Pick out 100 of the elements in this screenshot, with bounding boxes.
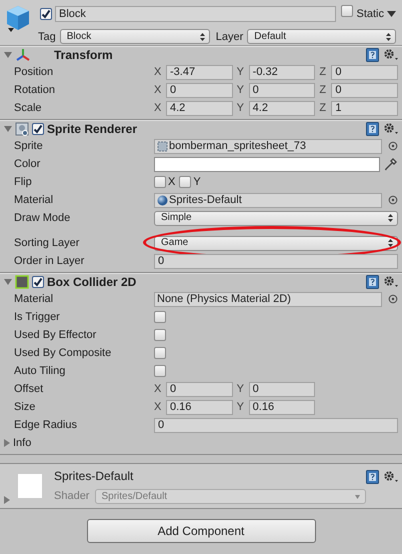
number-field[interactable]: 0.16 bbox=[166, 400, 233, 414]
property-label: Draw Mode bbox=[14, 210, 72, 226]
object-picker-icon[interactable] bbox=[388, 141, 398, 151]
object-field[interactable]: None (Physics Material 2D) bbox=[154, 292, 382, 306]
property-label: Position bbox=[14, 64, 54, 80]
help-book-icon[interactable] bbox=[366, 275, 379, 289]
number-field[interactable]: 0 bbox=[166, 382, 233, 396]
checkbox[interactable] bbox=[40, 8, 52, 20]
number-field[interactable]: 0 bbox=[331, 82, 398, 98]
name-field[interactable]: Block bbox=[55, 6, 336, 22]
property-label: Size bbox=[14, 400, 36, 415]
property-label: Sorting Layer bbox=[14, 236, 80, 251]
gear-icon[interactable] bbox=[383, 122, 399, 136]
object-field[interactable]: bomberman_spritesheet_73 bbox=[154, 138, 382, 154]
property-label: Scale bbox=[14, 100, 43, 116]
eyedropper-icon[interactable] bbox=[384, 157, 398, 171]
checkbox[interactable] bbox=[154, 329, 166, 341]
tag-label: Tag bbox=[38, 30, 56, 44]
checkbox[interactable] bbox=[32, 276, 44, 288]
component-title: Box Collider 2D bbox=[47, 274, 136, 291]
object-picker-icon[interactable] bbox=[388, 195, 398, 205]
property-label: Auto Tiling bbox=[14, 364, 66, 379]
tag-dropdown[interactable]: Block bbox=[60, 29, 210, 44]
checkbox[interactable] bbox=[179, 176, 192, 188]
dropdown-arrow-icon[interactable] bbox=[387, 10, 396, 17]
gear-icon[interactable] bbox=[383, 275, 399, 289]
color-swatch[interactable] bbox=[154, 156, 380, 172]
number-field[interactable]: 1 bbox=[331, 100, 398, 116]
layer-label: Layer bbox=[216, 30, 244, 44]
number-field[interactable]: -3.47 bbox=[166, 64, 233, 80]
property-label: Is Trigger bbox=[14, 310, 61, 325]
checkbox[interactable] bbox=[154, 176, 166, 188]
number-field[interactable]: 0.16 bbox=[248, 400, 316, 414]
axis-label: Y bbox=[236, 64, 245, 80]
number-field[interactable]: 0 bbox=[154, 418, 398, 432]
axis-label: Y bbox=[236, 382, 245, 397]
object-picker-icon[interactable] bbox=[388, 294, 398, 304]
collapse-arrow-icon[interactable] bbox=[4, 125, 12, 133]
shader-label: Shader bbox=[54, 489, 90, 504]
axis-label: Y bbox=[236, 100, 245, 116]
property-label: Material bbox=[14, 192, 54, 208]
axis-label: X bbox=[154, 382, 162, 397]
component-title: Sprite Renderer bbox=[47, 121, 138, 138]
layer-dropdown[interactable]: Default bbox=[247, 29, 396, 44]
sprite-renderer-icon bbox=[15, 122, 29, 136]
axis-label: Z bbox=[319, 82, 328, 98]
number-field[interactable]: 4.2 bbox=[166, 100, 233, 116]
property-label: Offset bbox=[14, 382, 44, 397]
checkbox[interactable] bbox=[154, 365, 166, 377]
foldout-label[interactable]: Info bbox=[13, 434, 32, 452]
checkbox[interactable] bbox=[341, 5, 354, 17]
property-label: Sprite bbox=[14, 138, 44, 154]
gear-icon[interactable] bbox=[383, 48, 399, 62]
property-label: Color bbox=[14, 156, 42, 172]
option-label: X bbox=[168, 174, 176, 190]
updown-icon bbox=[388, 239, 393, 247]
help-book-icon[interactable] bbox=[366, 48, 379, 62]
updown-icon bbox=[388, 214, 393, 222]
axes-icon bbox=[15, 48, 31, 62]
axis-label: X bbox=[154, 400, 162, 415]
sphere-icon bbox=[157, 194, 168, 206]
axis-label: Y bbox=[236, 400, 245, 415]
number-field[interactable]: 0 bbox=[248, 82, 316, 98]
dropdown-arrow-icon bbox=[355, 494, 360, 498]
help-book-icon[interactable] bbox=[366, 470, 379, 484]
dropdown[interactable]: Game bbox=[154, 236, 398, 250]
material-name: Sprites-Default bbox=[54, 468, 134, 486]
axis-label: Y bbox=[236, 82, 245, 98]
dropdown[interactable]: Simple bbox=[154, 210, 398, 226]
checkbox[interactable] bbox=[154, 347, 166, 359]
number-field[interactable]: 0 bbox=[166, 82, 233, 98]
gear-icon[interactable] bbox=[383, 470, 399, 484]
number-field[interactable]: 4.2 bbox=[248, 100, 316, 116]
updown-icon bbox=[386, 32, 391, 41]
axis-label: Z bbox=[319, 64, 328, 80]
property-label: Material bbox=[14, 292, 54, 307]
updown-icon bbox=[200, 32, 205, 41]
option-label: Y bbox=[193, 174, 201, 190]
help-book-icon[interactable] bbox=[366, 122, 379, 136]
collapse-arrow-icon[interactable] bbox=[4, 278, 12, 286]
property-label: Used By Composite bbox=[14, 346, 112, 361]
number-field[interactable]: 0 bbox=[248, 382, 316, 396]
expand-arrow-icon[interactable] bbox=[3, 496, 11, 504]
component-title: Transform bbox=[54, 47, 113, 64]
checkbox[interactable] bbox=[154, 311, 166, 323]
object-field[interactable]: Sprites-Default bbox=[154, 192, 382, 208]
collapse-arrow-icon[interactable] bbox=[4, 51, 12, 59]
number-field[interactable]: 0 bbox=[154, 254, 398, 268]
sprite-icon bbox=[157, 140, 168, 152]
material-preview bbox=[18, 474, 42, 498]
add-component-button[interactable]: Add Component bbox=[86, 519, 316, 543]
static-label: Static bbox=[356, 6, 384, 22]
property-label: Used By Effector bbox=[14, 328, 98, 343]
axis-label: X bbox=[154, 100, 162, 116]
property-label: Edge Radius bbox=[14, 418, 78, 433]
number-field[interactable]: -0.32 bbox=[248, 64, 316, 80]
checkbox[interactable] bbox=[32, 123, 44, 135]
cube-icon bbox=[4, 4, 32, 34]
number-field[interactable]: 0 bbox=[331, 64, 398, 80]
property-label: Order in Layer bbox=[14, 254, 86, 269]
